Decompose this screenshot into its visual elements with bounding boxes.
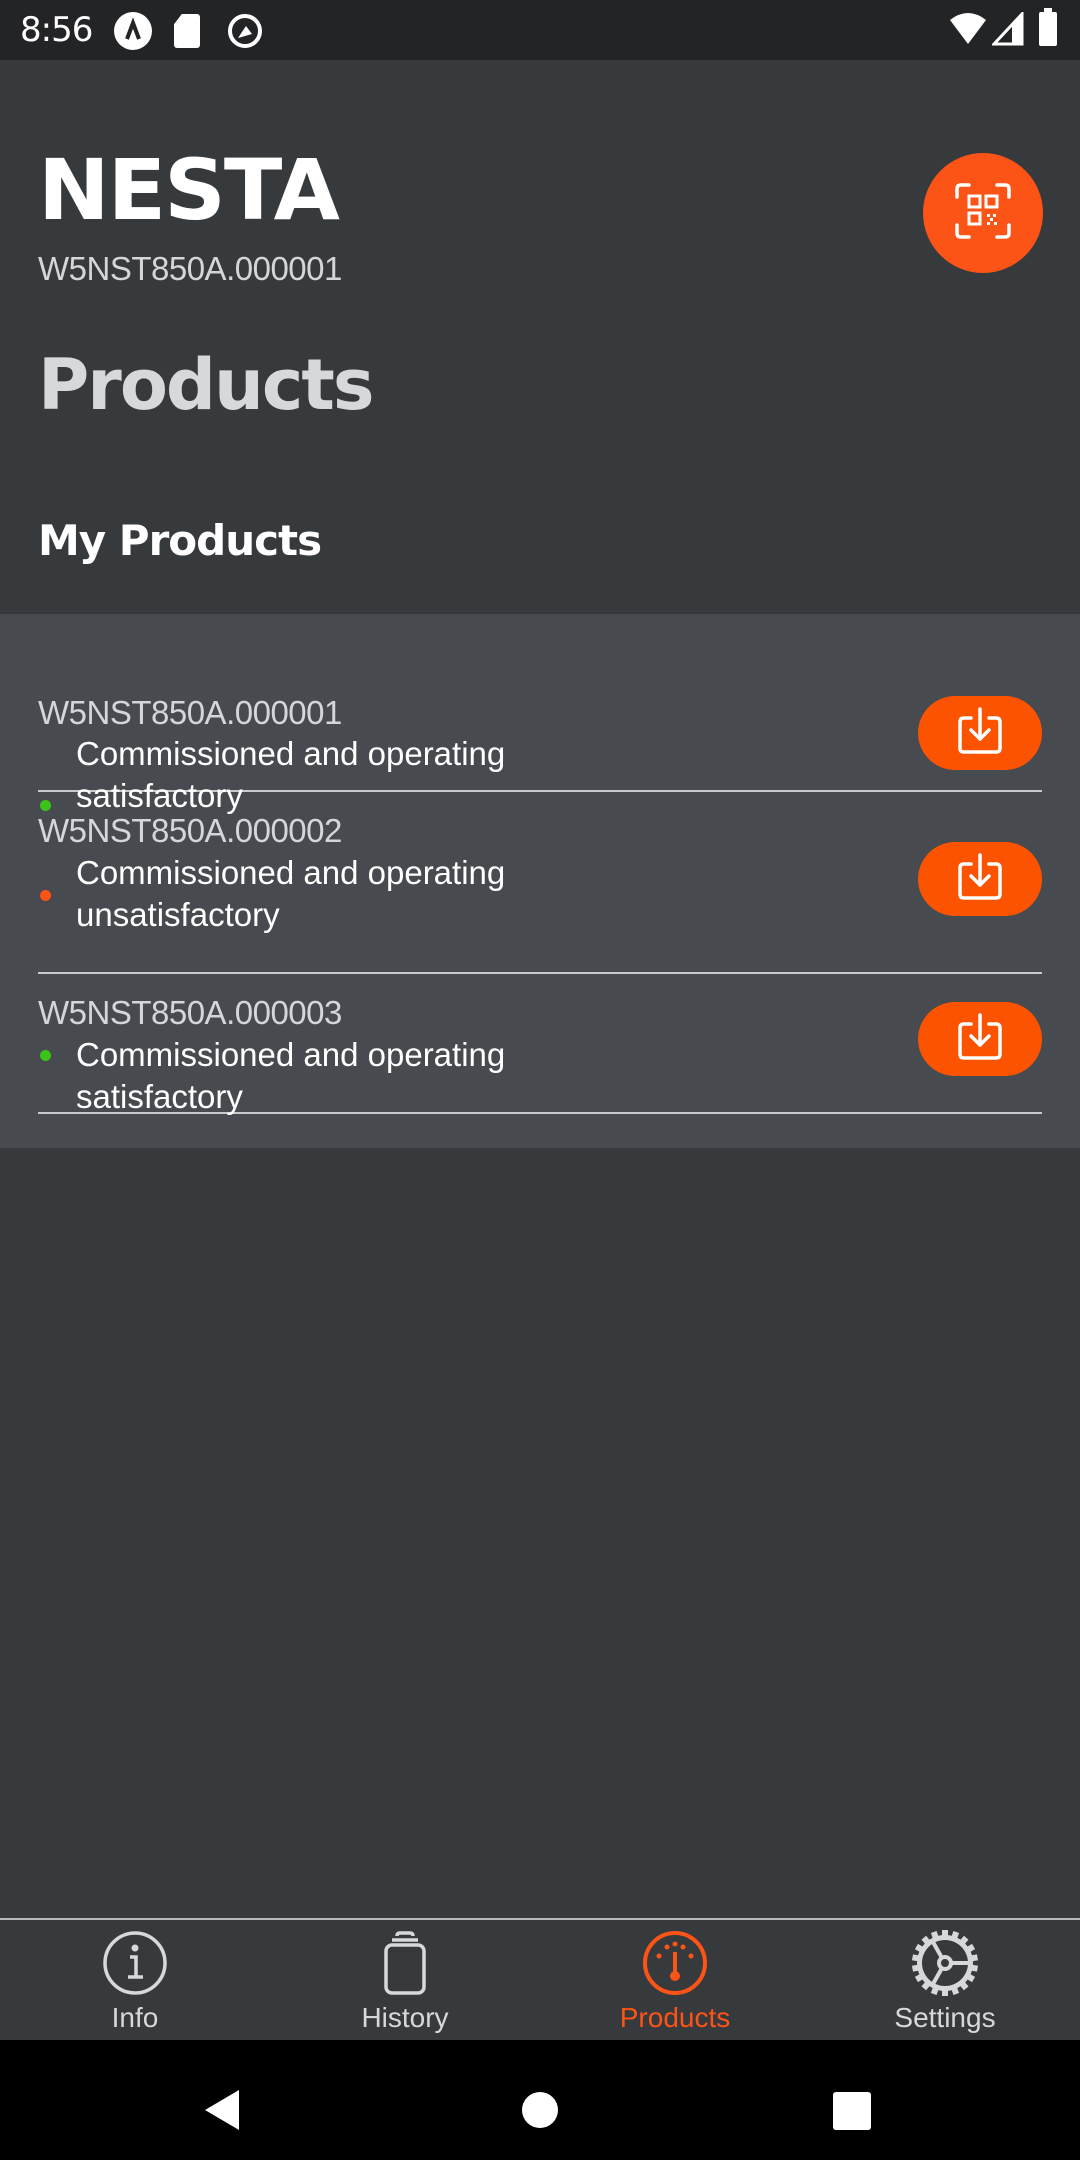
product-list-item[interactable]: W5NST850A.000003 Commissioned and operat…: [38, 976, 1042, 1115]
wifi-icon: [948, 12, 988, 51]
info-icon: [100, 1928, 170, 1998]
gauge-icon: [640, 1928, 710, 1998]
bottom-nav: Info History Products Settings: [0, 1918, 1080, 2040]
system-nav-bar: [0, 2040, 1080, 2160]
product-list-item[interactable]: W5NST850A.000001 Commissioned and operat…: [38, 674, 1042, 814]
battery-icon: [1039, 8, 1057, 46]
product-serial: W5NST850A.000001: [38, 694, 342, 731]
nav-tab-settings[interactable]: Settings: [810, 1920, 1080, 2040]
status-ok-dot: [40, 1050, 51, 1061]
status-bar: 8:56: [0, 0, 1080, 60]
download-button[interactable]: [918, 1002, 1042, 1076]
page-title: Products: [38, 344, 374, 426]
brand-logo: NESTA: [38, 141, 340, 239]
product-serial: W5NST850A.000002: [38, 812, 342, 849]
nav-tab-history[interactable]: History: [270, 1920, 540, 2040]
app-notification-icon: [114, 12, 152, 50]
download-icon: [956, 706, 1004, 761]
product-list-item[interactable]: W5NST850A.000002 Commissioned and operat…: [38, 794, 1042, 974]
nav-label: History: [361, 2002, 449, 2033]
status-time: 8:56: [20, 10, 93, 50]
home-button[interactable]: [522, 2092, 558, 2128]
device-serial: W5NST850A.000001: [38, 250, 342, 287]
history-icon: [370, 1928, 440, 1998]
sd-card-icon: [174, 14, 200, 48]
products-screen: 8:56 NESTA W5NST850A.000001 Products My …: [0, 0, 1080, 2160]
cellular-signal-icon: [990, 10, 1024, 51]
product-serial: W5NST850A.000003: [38, 994, 342, 1031]
scan-qr-button[interactable]: [923, 153, 1043, 273]
data-saver-icon: [226, 12, 264, 50]
gear-icon: [910, 1928, 980, 1998]
nav-tab-info[interactable]: Info: [0, 1920, 270, 2040]
nav-label: Products: [619, 2002, 731, 2033]
recents-button[interactable]: [833, 2092, 871, 2130]
nav-label: Settings: [894, 2002, 996, 2033]
download-icon: [956, 1012, 1004, 1067]
back-button[interactable]: [205, 2090, 239, 2130]
status-warn-dot: [40, 890, 51, 901]
nav-tab-products[interactable]: Products: [540, 1920, 810, 2040]
download-button[interactable]: [918, 842, 1042, 916]
product-list: W5NST850A.000001 Commissioned and operat…: [0, 614, 1080, 1148]
qr-scan-icon: [951, 179, 1015, 248]
product-status: Commissioned and operating unsatisfactor…: [76, 854, 506, 933]
download-button[interactable]: [918, 696, 1042, 770]
download-icon: [956, 852, 1004, 907]
section-title: My Products: [38, 516, 322, 565]
nav-label: Info: [111, 2002, 159, 2033]
product-status: Commissioned and operating satisfactory: [76, 1036, 506, 1115]
